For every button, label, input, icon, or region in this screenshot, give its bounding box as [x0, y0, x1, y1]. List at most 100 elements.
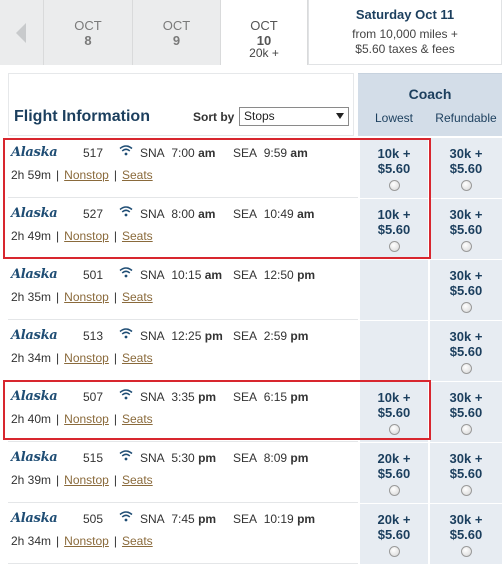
departure: SNA 7:45 pm — [140, 512, 216, 526]
wifi-icon — [119, 450, 133, 461]
departure: SNA 10:15 am — [140, 268, 222, 282]
fare-refundable-radio[interactable] — [461, 485, 472, 496]
date-tab-oct-9[interactable]: OCT 9 — [133, 0, 221, 65]
fare-lowest-tax: $5.60 — [377, 466, 411, 481]
departure-ampm: pm — [198, 451, 217, 465]
sort-select[interactable]: Stops — [239, 107, 349, 126]
separator: | — [56, 229, 60, 243]
arrival-time: 8:09 — [263, 451, 288, 465]
fare-lowest-radio[interactable] — [389, 424, 400, 435]
flight-number: 527 — [83, 207, 104, 221]
seats-link[interactable]: Seats — [122, 473, 153, 487]
flight-info: Alaska 515 SNA 5:30 pm SEA 8:09 pm 2h 39… — [8, 443, 358, 503]
fare-refundable-radio[interactable] — [461, 363, 472, 374]
separator: | — [56, 412, 60, 426]
date-tab-oct-10[interactable]: OCT 10 20k + — [221, 0, 308, 65]
duration: 2h 49m — [11, 229, 52, 243]
separator: | — [113, 473, 117, 487]
arrival-ampm: pm — [290, 390, 309, 404]
date-month: OCT — [74, 18, 102, 33]
seats-link[interactable]: Seats — [122, 229, 153, 243]
departure: SNA 3:35 pm — [140, 390, 216, 404]
wifi-icon — [119, 267, 133, 278]
airline-logo: Alaska — [11, 450, 58, 465]
date-tab-oct-8[interactable]: OCT 8 — [44, 0, 133, 65]
duration: 2h 40m — [11, 412, 52, 426]
departure-time: 10:15 — [171, 268, 202, 282]
fare-refundable: 30k + $5.60 — [430, 260, 502, 320]
fare-refundable-miles: 30k + — [449, 390, 483, 405]
origin-airport: SNA — [140, 268, 165, 282]
duration: 2h 35m — [11, 290, 52, 304]
dropdown-arrow-icon — [336, 113, 344, 119]
arrival-ampm: am — [290, 146, 308, 160]
stops-link[interactable]: Nonstop — [64, 229, 109, 243]
departure: SNA 5:30 pm — [140, 451, 216, 465]
stops-link[interactable]: Nonstop — [64, 473, 109, 487]
departure: SNA 7:00 am — [140, 146, 215, 160]
stops-link[interactable]: Nonstop — [64, 290, 109, 304]
fare-refundable-miles: 30k + — [449, 146, 483, 161]
fare-lowest-radio[interactable] — [389, 485, 400, 496]
separator: | — [113, 412, 117, 426]
seats-link[interactable]: Seats — [122, 534, 153, 548]
fare-lowest-tax: $5.60 — [377, 161, 411, 176]
arrival-ampm: pm — [297, 268, 316, 282]
fare-lowest-radio[interactable] — [389, 180, 400, 191]
wifi-icon — [119, 511, 133, 522]
arrival-ampm: pm — [297, 512, 316, 526]
departure-time: 12:25 — [171, 329, 202, 343]
arrival-time: 10:19 — [263, 512, 294, 526]
fare-lowest-miles: 20k + — [377, 451, 411, 466]
prev-dates-button[interactable] — [0, 0, 44, 65]
arrival-ampm: pm — [290, 329, 309, 343]
arrival: SEA 6:15 pm — [233, 390, 308, 404]
date-day: 8 — [84, 33, 92, 48]
departure-time: 8:00 — [171, 207, 195, 221]
sort-select-value: Stops — [244, 109, 275, 123]
flight-info: Alaska 507 SNA 3:35 pm SEA 6:15 pm 2h 40… — [8, 382, 358, 442]
origin-airport: SNA — [140, 329, 165, 343]
cabin-name: Coach — [408, 86, 452, 102]
flight-number: 501 — [83, 268, 104, 282]
fare-lowest-radio[interactable] — [389, 546, 400, 557]
arrival-time: 10:49 — [263, 207, 294, 221]
flight-info: Alaska 517 SNA 7:00 am SEA 9:59 am 2h 59… — [8, 138, 358, 198]
seats-link[interactable]: Seats — [122, 412, 153, 426]
separator: | — [113, 534, 117, 548]
fare-refundable-radio[interactable] — [461, 180, 472, 191]
arrival: SEA 2:59 pm — [233, 329, 308, 343]
airline-logo: Alaska — [11, 389, 58, 404]
chevron-left-icon — [16, 23, 26, 43]
stops-link[interactable]: Nonstop — [64, 351, 109, 365]
fare-refundable-radio[interactable] — [461, 546, 472, 557]
fare-lowest — [360, 321, 428, 381]
stops-link[interactable]: Nonstop — [64, 534, 109, 548]
arrival-ampm: pm — [290, 451, 309, 465]
flight-info: Alaska 501 SNA 10:15 am SEA 12:50 pm 2h … — [8, 260, 358, 320]
sort-label: Sort by — [193, 110, 235, 124]
fare-refundable-radio[interactable] — [461, 302, 472, 313]
page-title: Flight Information — [14, 108, 150, 125]
fare-refundable-miles: 30k + — [449, 512, 483, 527]
fare-refundable-radio[interactable] — [461, 241, 472, 252]
seats-link[interactable]: Seats — [122, 168, 153, 182]
flight-row: Alaska 501 SNA 10:15 am SEA 12:50 pm 2h … — [8, 260, 502, 321]
arrival-time: 9:59 — [263, 146, 288, 160]
seats-link[interactable]: Seats — [122, 351, 153, 365]
flight-row: Alaska 527 SNA 8:00 am SEA 10:49 am 2h 4… — [8, 199, 502, 260]
wifi-icon — [119, 145, 133, 156]
fare-refundable-miles: 30k + — [449, 329, 483, 344]
fare-lowest-radio[interactable] — [389, 241, 400, 252]
stops-link[interactable]: Nonstop — [64, 412, 109, 426]
separator: | — [56, 168, 60, 182]
departure-time: 7:00 — [171, 146, 195, 160]
arrival: SEA 9:59 am — [233, 146, 308, 160]
fare-lowest-tax: $5.60 — [377, 527, 411, 542]
flight-row: Alaska 505 SNA 7:45 pm SEA 10:19 pm 2h 3… — [8, 504, 502, 565]
fare-refundable-radio[interactable] — [461, 424, 472, 435]
departure-time: 5:30 — [171, 451, 195, 465]
stops-link[interactable]: Nonstop — [64, 168, 109, 182]
seats-link[interactable]: Seats — [122, 290, 153, 304]
airline-logo: Alaska — [11, 206, 58, 221]
